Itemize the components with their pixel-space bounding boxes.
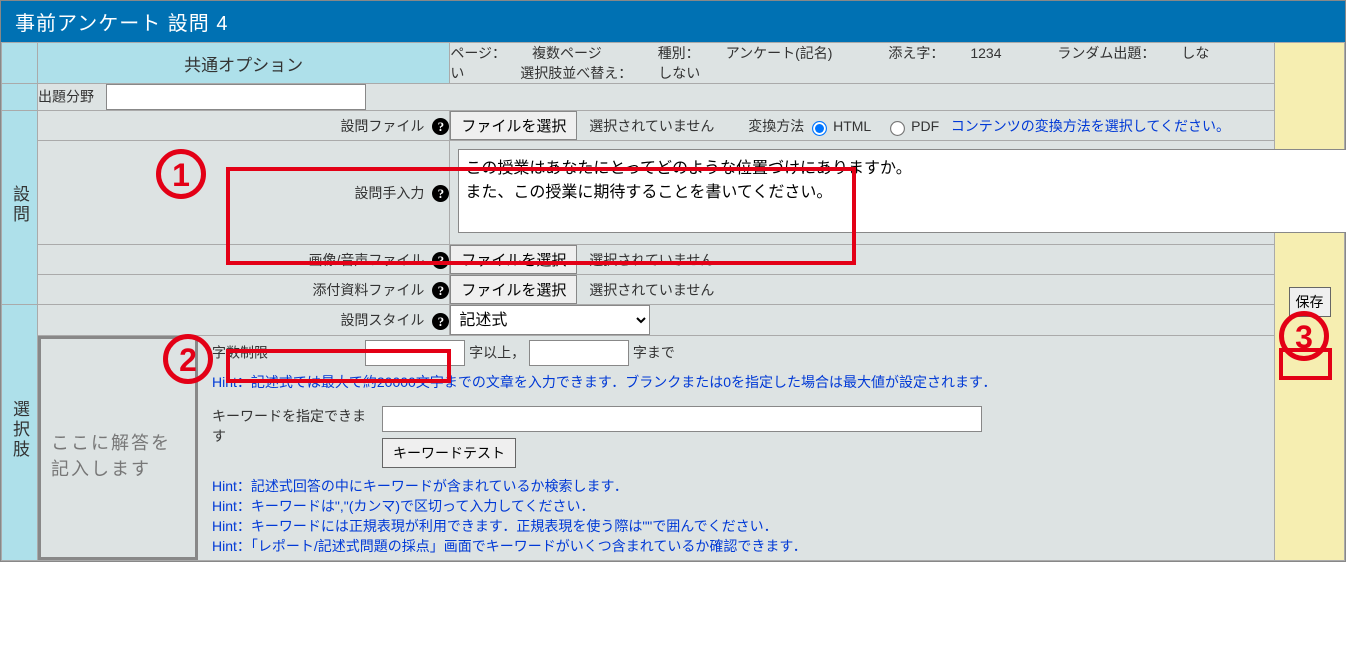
choices-section-label: 選択肢	[2, 305, 38, 561]
help-icon[interactable]: ?	[432, 252, 449, 269]
choose-file-button[interactable]: ファイルを選択	[450, 111, 577, 140]
char-max-unit: 字まで	[633, 345, 675, 361]
help-icon[interactable]: ?	[432, 282, 449, 299]
convert-help-link[interactable]: コンテンツの変換方法を選択してください。	[951, 118, 1230, 134]
common-options-values: ページ：複数ページ 種別：アンケート(記名) 添え字：1234 ランダム出題：し…	[450, 43, 1275, 84]
keyword-input[interactable]	[382, 406, 982, 432]
help-icon[interactable]: ?	[432, 118, 449, 135]
question-style-label: 設問スタイル ?	[38, 305, 450, 336]
convert-html-radio[interactable]: HTML	[808, 118, 870, 134]
char-max-input[interactable]	[529, 340, 629, 366]
answer-preview-box: ここに解答を記入します	[38, 336, 198, 560]
common-options-heading: 共通オプション	[38, 43, 450, 84]
char-min-unit: 字以上，	[469, 345, 525, 361]
char-limit-label: 字数制限	[212, 345, 268, 361]
page-title: 事前アンケート 設問 4	[1, 1, 1345, 42]
hint-kw3: Hint：キーワードには正規表現が利用できます．正規表現を使う際は""で囲んでく…	[212, 516, 1274, 536]
question-field-row: 出題分野	[38, 84, 1275, 111]
choose-media-button[interactable]: ファイルを選択	[450, 245, 577, 274]
choose-attach-button[interactable]: ファイルを選択	[450, 275, 577, 304]
question-file-label: 設問ファイル ?	[38, 111, 450, 141]
convert-label: 変換方法	[748, 118, 804, 134]
file-status: 選択されていません	[589, 118, 714, 134]
convert-pdf-radio[interactable]: PDF	[886, 118, 939, 134]
attach-file-label: 添付資料ファイル ?	[38, 275, 450, 305]
spacer	[2, 43, 38, 84]
char-min-input[interactable]	[365, 340, 465, 366]
field-input[interactable]	[106, 84, 366, 110]
hint-kw1: Hint：記述式回答の中にキーワードが含まれているか検索します．	[212, 476, 1274, 496]
media-status: 選択されていません	[589, 252, 714, 268]
question-manual-label: 設問手入力 ?	[38, 141, 450, 245]
hint-kw4: Hint：「レポート/記述式問題の採点」画面でキーワードがいくつ含まれているか確…	[212, 536, 1274, 556]
attach-status: 選択されていません	[589, 282, 714, 298]
question-textarea[interactable]	[458, 149, 1346, 233]
hint-charlimit: Hint：記述式では最大で約20000文字までの文章を入力できます．ブランクまた…	[212, 372, 1274, 392]
media-file-label: 画像/音声ファイル ?	[38, 245, 450, 275]
question-style-select[interactable]: 記述式	[450, 305, 650, 335]
save-button[interactable]: 保存	[1289, 287, 1331, 317]
keyword-test-button[interactable]: キーワードテスト	[382, 438, 516, 468]
keyword-label: キーワードを指定できます	[212, 406, 372, 446]
spacer	[2, 84, 38, 111]
help-icon[interactable]: ?	[432, 313, 449, 330]
question-section-label: 設問	[2, 111, 38, 305]
help-icon[interactable]: ?	[432, 185, 449, 202]
side-panel: 保存	[1275, 43, 1345, 561]
field-label: 出題分野	[38, 89, 94, 105]
hint-kw2: Hint：キーワードは","(カンマ)で区切って入力してください．	[212, 496, 1274, 516]
